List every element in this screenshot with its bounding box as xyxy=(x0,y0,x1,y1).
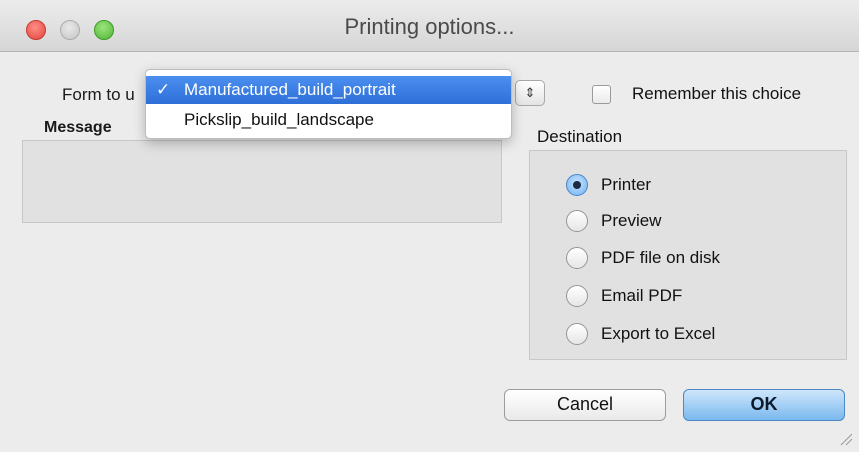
dropdown-option-manufactured-build-portrait[interactable]: ✓ Manufactured_build_portrait xyxy=(146,76,511,104)
form-to-use-label: Form to u xyxy=(62,85,135,104)
radio-button-selected[interactable] xyxy=(566,174,588,196)
radio-dot-icon xyxy=(573,181,581,189)
destination-option-label[interactable]: Preview xyxy=(601,211,661,231)
dropdown-option-label: Manufactured_build_portrait xyxy=(184,80,396,99)
destination-option-label[interactable]: PDF file on disk xyxy=(601,248,720,268)
window-title: Printing options... xyxy=(344,14,515,39)
destination-option-label[interactable]: Email PDF xyxy=(601,286,682,306)
dropdown-option-label: Pickslip_build_landscape xyxy=(184,110,374,129)
printing-options-dialog: Printing options... Form to u ⇕ Message … xyxy=(0,0,859,452)
radio-button[interactable] xyxy=(566,323,588,345)
message-textarea[interactable] xyxy=(22,140,502,223)
dropdown-option-pickslip-build-landscape[interactable]: Pickslip_build_landscape xyxy=(146,106,511,134)
radio-button[interactable] xyxy=(566,210,588,232)
remember-choice-checkbox[interactable] xyxy=(592,85,611,104)
destination-option-label[interactable]: Printer xyxy=(601,175,651,195)
title-bar: Printing options... xyxy=(0,0,859,52)
destination-label: Destination xyxy=(537,127,623,146)
destination-option-label[interactable]: Export to Excel xyxy=(601,324,715,344)
form-select-stepper-icon[interactable]: ⇕ xyxy=(515,80,545,106)
cancel-button[interactable]: Cancel xyxy=(504,389,666,421)
message-label: Message xyxy=(44,119,112,136)
resize-grip-icon[interactable] xyxy=(839,432,853,446)
radio-button[interactable] xyxy=(566,247,588,269)
checkmark-icon: ✓ xyxy=(156,80,171,99)
remember-choice-label[interactable]: Remember this choice xyxy=(632,84,801,104)
ok-button[interactable]: OK xyxy=(683,389,845,421)
radio-button[interactable] xyxy=(566,285,588,307)
form-dropdown-menu[interactable]: ✓ Manufactured_build_portrait Pickslip_b… xyxy=(145,69,512,139)
